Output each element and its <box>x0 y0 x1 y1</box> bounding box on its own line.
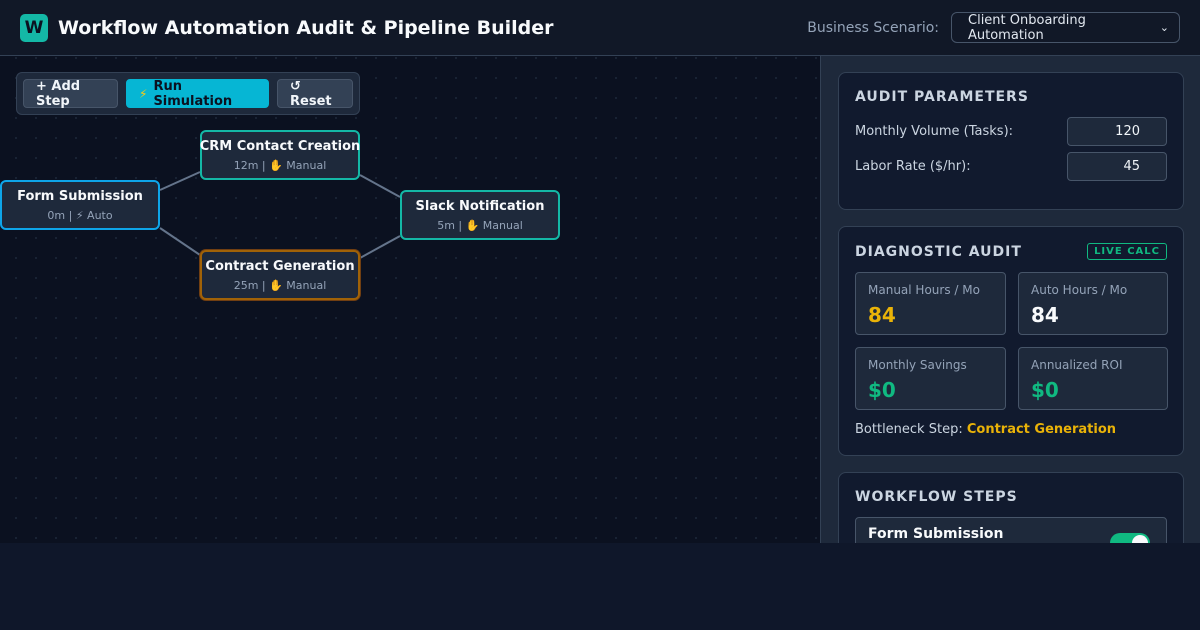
node-connections <box>159 171 401 259</box>
link-form-contract <box>159 227 201 256</box>
workflow-steps-card: WORKFLOW STEPS Form Submission <box>838 472 1184 543</box>
step-item-form-submission[interactable]: Form Submission <box>855 517 1167 543</box>
add-step-button[interactable]: + Add Step <box>23 79 118 109</box>
metric-manual-hours: Manual Hours / Mo 84 <box>855 272 1006 335</box>
metric-label: Monthly Savings <box>868 358 967 372</box>
lightning-icon: ⚡ <box>139 86 148 101</box>
bottleneck-label: Bottleneck Step: <box>855 422 963 437</box>
workflow-node-form-submission[interactable]: Form Submission 0m | ⚡ Auto <box>0 180 160 230</box>
node-meta: 25m | ✋ Manual <box>233 278 327 292</box>
metric-value: $0 <box>868 378 896 402</box>
reset-button[interactable]: ↺ Reset <box>277 79 353 109</box>
run-simulation-label: Run Simulation <box>153 78 233 109</box>
metrics-grid: Manual Hours / Mo 84 Auto Hours / Mo 84 … <box>855 272 1168 410</box>
workflow-node-contract-generation[interactable]: Contract Generation 25m | ✋ Manual <box>200 250 360 300</box>
card-title: DIAGNOSTIC AUDIT <box>855 243 1022 260</box>
node-title: CRM Contact Creation <box>199 138 361 154</box>
step-enabled-toggle[interactable] <box>1110 533 1150 543</box>
scenario-picker: Business Scenario: Client Onboarding Aut… <box>807 12 1180 43</box>
labor-rate-input[interactable]: 45 <box>1067 152 1167 181</box>
app-window: W Workflow Automation Audit & Pipeline B… <box>0 0 1200 543</box>
metric-value: $0 <box>1031 378 1059 402</box>
metric-annualized-roi: Annualized ROI $0 <box>1018 347 1168 410</box>
link-form-crm <box>159 171 201 191</box>
audit-parameters-card: AUDIT PARAMETERS Monthly Volume (Tasks):… <box>838 72 1184 210</box>
node-title: Form Submission <box>17 188 143 204</box>
canvas-toolbar: + Add Step ⚡ Run Simulation ↺ Reset <box>16 72 360 115</box>
metric-auto-hours: Auto Hours / Mo 84 <box>1018 272 1168 335</box>
param-label: Labor Rate ($/hr): <box>855 159 971 174</box>
page-title: Workflow Automation Audit & Pipeline Bui… <box>58 16 554 39</box>
scenario-selected-value: Client Onboarding Automation <box>968 12 1086 43</box>
diagnostic-audit-card: DIAGNOSTIC AUDIT LIVE CALC Manual Hours … <box>838 226 1184 456</box>
link-crm-slack <box>359 174 401 198</box>
metric-monthly-savings: Monthly Savings $0 <box>855 347 1006 410</box>
workflow-node-crm-contact-creation[interactable]: CRM Contact Creation 12m | ✋ Manual <box>200 130 360 180</box>
app-header: W Workflow Automation Audit & Pipeline B… <box>0 0 1200 56</box>
scenario-label: Business Scenario: <box>807 19 939 36</box>
metric-value: 84 <box>868 303 896 327</box>
workflow-node-slack-notification[interactable]: Slack Notification 5m | ✋ Manual <box>400 190 560 240</box>
chevron-down-icon: ⌄ <box>1159 21 1169 34</box>
card-title: AUDIT PARAMETERS <box>855 89 1029 105</box>
metric-label: Annualized ROI <box>1031 358 1123 372</box>
pipeline-canvas[interactable]: + Add Step ⚡ Run Simulation ↺ Reset Form… <box>0 56 820 543</box>
node-title: Contract Generation <box>205 258 355 274</box>
scenario-select[interactable]: Client Onboarding Automation ⌄ <box>951 12 1180 43</box>
node-title: Slack Notification <box>415 198 545 214</box>
toggle-knob <box>1132 535 1148 543</box>
link-contract-slack <box>359 235 401 259</box>
bottleneck-step-name: Contract Generation <box>966 422 1117 437</box>
param-row-rate: Labor Rate ($/hr): 45 <box>855 152 1167 181</box>
app-logo: W <box>20 13 48 42</box>
param-row-volume: Monthly Volume (Tasks): 120 <box>855 117 1167 146</box>
node-meta: 5m | ✋ Manual <box>437 218 523 232</box>
node-meta: 12m | ✋ Manual <box>233 158 327 172</box>
metric-label: Manual Hours / Mo <box>868 283 980 297</box>
metric-value: 84 <box>1031 303 1059 327</box>
metric-label: Auto Hours / Mo <box>1031 283 1128 297</box>
param-label: Monthly Volume (Tasks): <box>855 124 1014 139</box>
node-meta: 0m | ⚡ Auto <box>47 208 113 222</box>
live-calc-badge: LIVE CALC <box>1087 243 1167 260</box>
card-title: WORKFLOW STEPS <box>855 489 1018 505</box>
card-header: DIAGNOSTIC AUDIT LIVE CALC <box>855 243 1167 260</box>
audit-sidebar: AUDIT PARAMETERS Monthly Volume (Tasks):… <box>820 56 1200 543</box>
run-simulation-button[interactable]: ⚡ Run Simulation <box>126 78 269 109</box>
bottleneck-summary: Bottleneck Step: Contract Generation <box>855 422 1167 437</box>
monthly-volume-input[interactable]: 120 <box>1067 117 1167 146</box>
